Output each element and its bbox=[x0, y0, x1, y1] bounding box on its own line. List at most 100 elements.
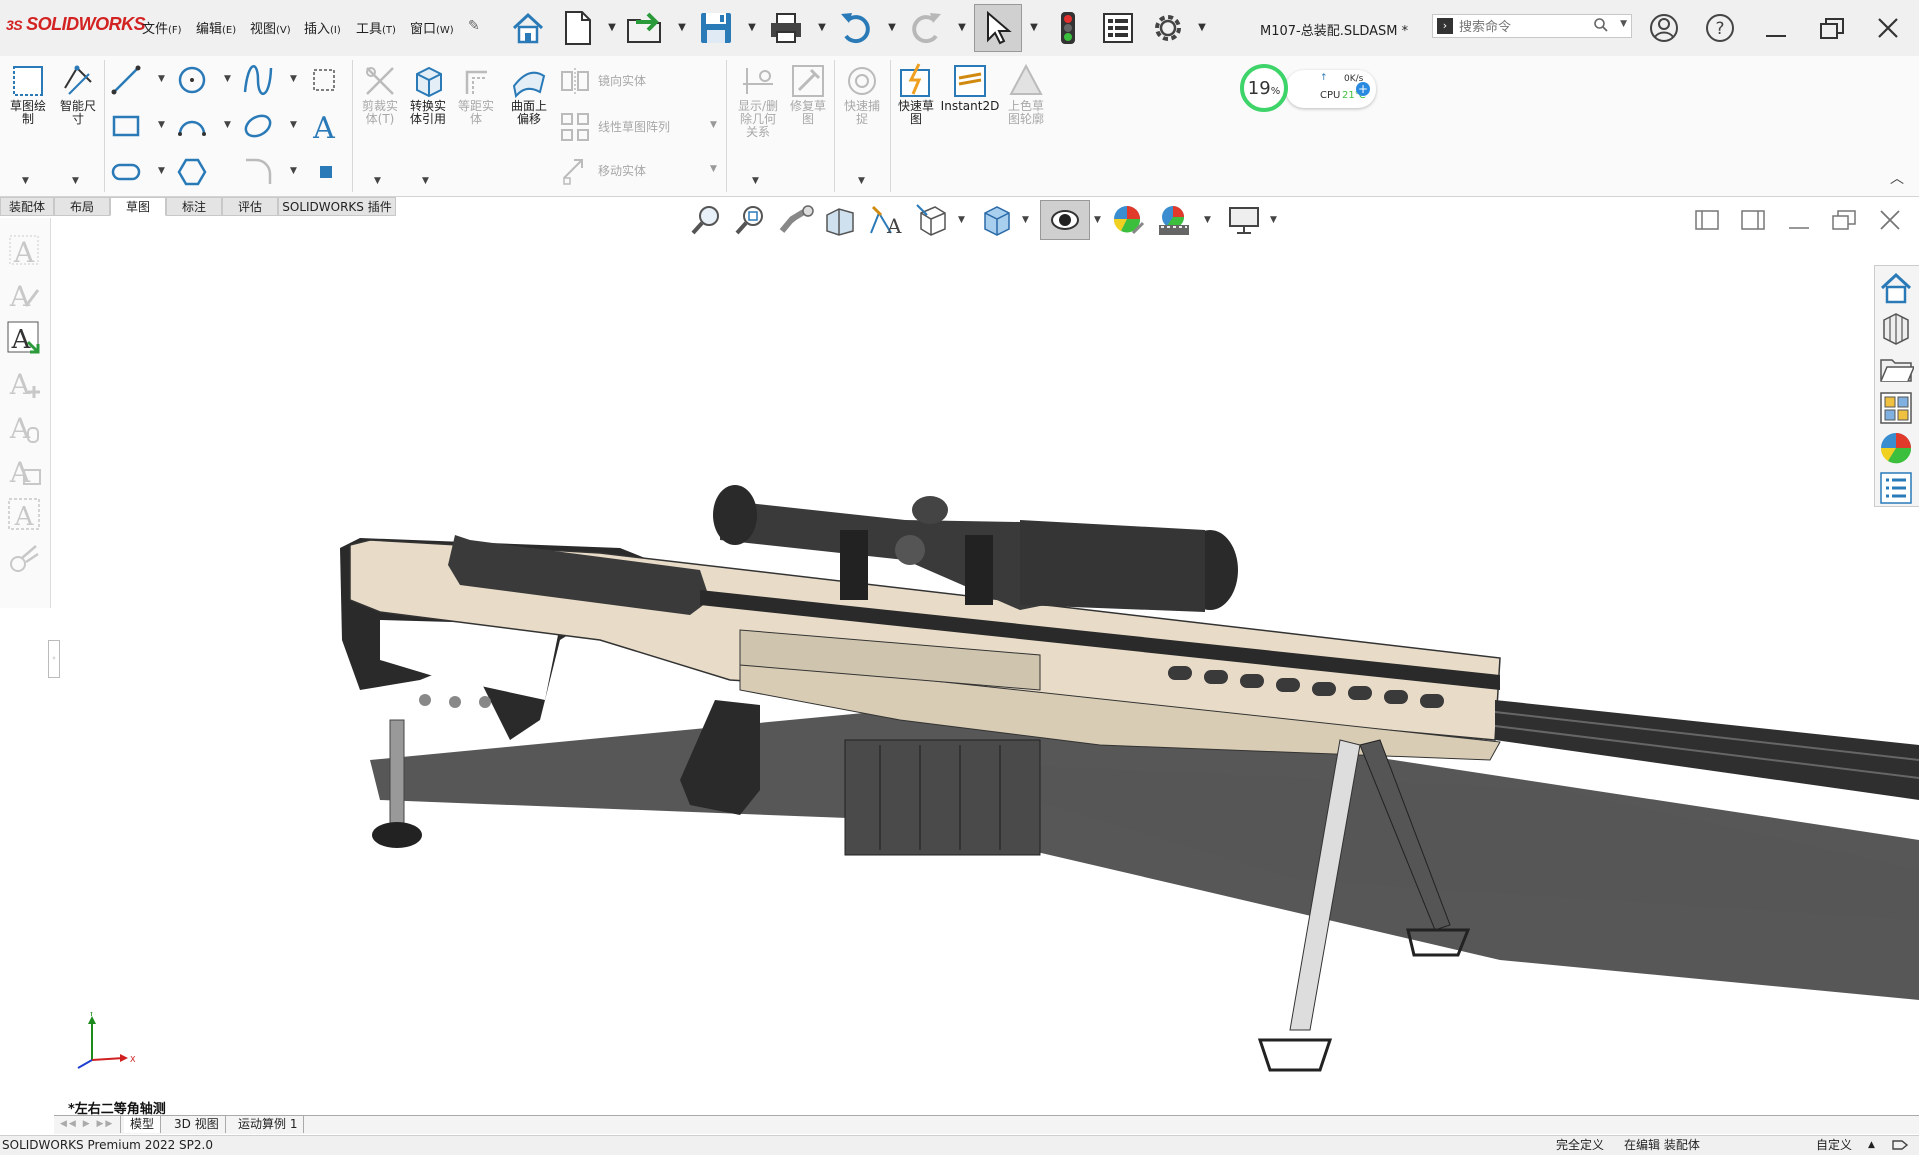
display-style-dropdown-icon[interactable]: ▼ bbox=[1022, 215, 1029, 225]
solidworks-resources-icon[interactable] bbox=[1878, 270, 1914, 306]
offset-entities-button[interactable]: 等距实 体 bbox=[452, 62, 500, 126]
relations-dropdown-icon[interactable]: ▼ bbox=[752, 176, 759, 186]
instant2d-button[interactable]: Instant2D bbox=[940, 62, 1000, 113]
add-text-icon[interactable]: A bbox=[6, 364, 42, 400]
rectangle-dropdown-icon[interactable]: ▼ bbox=[158, 120, 165, 130]
section-view-icon[interactable] bbox=[820, 200, 860, 240]
panel-collapse-handle[interactable]: ◦ bbox=[48, 640, 60, 678]
circle-icon[interactable] bbox=[176, 64, 208, 96]
view-orientation-dropdown-icon[interactable]: ▼ bbox=[958, 215, 965, 225]
select-dropdown-icon[interactable]: ▼ bbox=[1028, 22, 1040, 34]
settings-gear-icon[interactable] bbox=[1146, 6, 1190, 50]
tab-sketch[interactable]: 草图 bbox=[110, 197, 166, 216]
smart-dimension-button[interactable]: 智能尺 寸 bbox=[54, 62, 102, 126]
mirror-entities-icon[interactable] bbox=[560, 68, 590, 94]
snaps-dropdown-icon[interactable]: ▼ bbox=[858, 176, 865, 186]
command-search[interactable]: › ▼ bbox=[1432, 14, 1632, 38]
tab-scroll-arrows-icon[interactable]: ◀◀ ▶ ▶▶ bbox=[54, 1116, 122, 1133]
ellipse-icon[interactable] bbox=[242, 110, 274, 142]
insert-text-icon[interactable]: A bbox=[6, 320, 42, 356]
sketch-dropdown-icon[interactable]: ▼ bbox=[22, 176, 29, 186]
view-orientation-icon[interactable] bbox=[912, 200, 952, 240]
viewport-split-right-icon[interactable] bbox=[1740, 208, 1766, 236]
repair-sketch-button[interactable]: 修复草 图 bbox=[784, 62, 832, 126]
circle-dropdown-icon[interactable]: ▼ bbox=[224, 74, 231, 84]
menu-view[interactable]: 视图(V) bbox=[250, 18, 291, 37]
text-frame-icon[interactable]: A bbox=[6, 496, 42, 532]
help-icon[interactable]: ? bbox=[1700, 10, 1740, 46]
unit-system[interactable]: 自定义 bbox=[1816, 1136, 1852, 1155]
file-properties-icon[interactable] bbox=[1096, 6, 1140, 50]
arc-icon[interactable] bbox=[176, 110, 208, 142]
close-icon[interactable] bbox=[1868, 10, 1908, 46]
settings-dropdown-icon[interactable]: ▼ bbox=[1196, 22, 1208, 34]
tab-solidworks-addins[interactable]: SOLIDWORKS 插件 bbox=[278, 197, 396, 216]
menu-window[interactable]: 窗口(W) bbox=[410, 18, 454, 37]
rectangle-icon[interactable] bbox=[110, 110, 142, 142]
hide-show-items-icon[interactable] bbox=[1040, 200, 1090, 240]
search-dropdown-icon[interactable]: ▼ bbox=[1620, 19, 1627, 29]
view-settings-icon[interactable] bbox=[1224, 200, 1264, 240]
apply-scene-icon[interactable] bbox=[1154, 200, 1194, 240]
polygon-icon[interactable] bbox=[176, 156, 208, 188]
viewport-minimize-icon[interactable] bbox=[1786, 208, 1812, 236]
units-dropdown-icon[interactable]: ▲ bbox=[1868, 1136, 1875, 1155]
linear-pattern-label[interactable]: 线性草图阵列 bbox=[598, 118, 670, 135]
performance-monitor[interactable]: ↑ 0K/s CPU 21℃ + 19% bbox=[1238, 62, 1388, 118]
tab-evaluate[interactable]: 评估 bbox=[222, 197, 278, 216]
tab-model[interactable]: 模型 bbox=[124, 1116, 162, 1133]
shaded-sketch-contours-button[interactable]: 上色草 图轮廓 bbox=[1000, 62, 1052, 126]
collapse-ribbon-icon[interactable]: ︿ bbox=[1890, 168, 1904, 188]
view-palette-icon[interactable] bbox=[1878, 390, 1914, 426]
home-icon[interactable] bbox=[506, 6, 550, 50]
sketch-button[interactable]: 草图绘 制 bbox=[4, 62, 52, 126]
save-icon[interactable] bbox=[694, 6, 738, 50]
redo-dropdown-icon[interactable]: ▼ bbox=[956, 22, 968, 34]
tab-motion-study[interactable]: 运动算例 1 bbox=[232, 1116, 305, 1133]
menu-edit[interactable]: 编辑(E) bbox=[196, 18, 236, 37]
menu-file[interactable]: 文件(F) bbox=[142, 18, 182, 37]
open-dropdown-icon[interactable]: ▼ bbox=[676, 22, 688, 34]
expand-plus-icon[interactable]: + bbox=[1356, 82, 1370, 96]
fillet-dropdown-icon[interactable]: ▼ bbox=[290, 166, 297, 176]
text-link-icon[interactable]: A bbox=[6, 408, 42, 444]
user-account-icon[interactable] bbox=[1644, 10, 1684, 46]
quick-snaps-button[interactable]: 快速捕 捉 bbox=[838, 62, 886, 126]
design-library-icon[interactable] bbox=[1878, 310, 1914, 346]
tab-layout[interactable]: 布局 bbox=[54, 197, 110, 216]
tab-assembly[interactable]: 装配体 bbox=[0, 197, 54, 216]
display-delete-relations-button[interactable]: 显示/删 除几何 关系 bbox=[732, 62, 784, 139]
solidworks-logo[interactable]: 3S SOLIDWORKS bbox=[6, 14, 146, 35]
pattern-dropdown-icon[interactable]: ▼ bbox=[710, 120, 717, 130]
new-document-icon[interactable] bbox=[556, 6, 600, 50]
slot-icon[interactable] bbox=[110, 156, 142, 188]
convert-entities-button[interactable]: 转换实 体引用 bbox=[404, 62, 452, 126]
linear-pattern-icon[interactable] bbox=[560, 112, 590, 142]
ellipse-dropdown-icon[interactable]: ▼ bbox=[290, 120, 297, 130]
zoom-to-area-icon[interactable] bbox=[730, 200, 770, 240]
zoom-to-fit-icon[interactable] bbox=[686, 200, 726, 240]
open-icon[interactable] bbox=[624, 6, 668, 50]
trim-entities-button[interactable]: 剪裁实 体(T) bbox=[356, 62, 404, 126]
viewport-close-icon[interactable] bbox=[1878, 208, 1902, 236]
undo-dropdown-icon[interactable]: ▼ bbox=[886, 22, 898, 34]
sketch-text-icon[interactable]: A bbox=[308, 110, 340, 142]
line-dropdown-icon[interactable]: ▼ bbox=[158, 74, 165, 84]
edit-appearance-icon[interactable] bbox=[1108, 200, 1148, 240]
trim-dropdown-icon[interactable]: ▼ bbox=[374, 176, 381, 186]
view-settings-dropdown-icon[interactable]: ▼ bbox=[1270, 215, 1277, 225]
construction-geometry-icon[interactable] bbox=[308, 64, 340, 96]
print-dropdown-icon[interactable]: ▼ bbox=[816, 22, 828, 34]
viewport-split-left-icon[interactable] bbox=[1694, 208, 1720, 236]
hide-show-dropdown-icon[interactable]: ▼ bbox=[1094, 215, 1101, 225]
traffic-light-icon[interactable] bbox=[1046, 6, 1090, 50]
convert-dropdown-icon[interactable]: ▼ bbox=[422, 176, 429, 186]
move-dropdown-icon[interactable]: ▼ bbox=[710, 164, 717, 174]
edit-text-icon[interactable]: A bbox=[6, 276, 42, 312]
search-icon[interactable] bbox=[1593, 17, 1609, 33]
menu-insert[interactable]: 插入(I) bbox=[304, 18, 341, 37]
text-tool-icon[interactable] bbox=[6, 540, 42, 576]
save-dropdown-icon[interactable]: ▼ bbox=[746, 22, 758, 34]
rapid-sketch-button[interactable]: 快速草 图 bbox=[892, 62, 940, 126]
point-icon[interactable] bbox=[320, 166, 332, 178]
